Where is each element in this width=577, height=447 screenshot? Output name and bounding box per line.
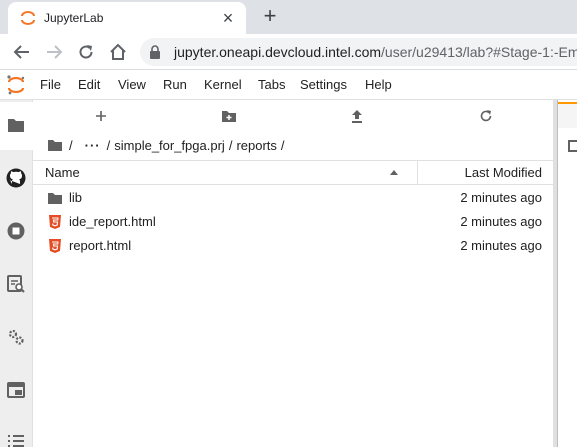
forward-icon[interactable]	[42, 40, 66, 64]
url-host: jupyter.oneapi.devcloud.intel.com	[174, 44, 382, 60]
folder-icon	[48, 193, 62, 204]
jupyter-favicon-icon	[21, 11, 35, 25]
breadcrumb-separator: /	[69, 137, 73, 153]
list-item[interactable]: report.html 2 minutes ago	[33, 234, 553, 258]
main-work-area	[557, 100, 577, 447]
menu-help[interactable]: Help	[365, 77, 392, 92]
breadcrumb: / ··· / simple_for_fpga.prj / reports /	[47, 136, 289, 154]
tab-close-icon[interactable]: ×	[218, 8, 238, 28]
breadcrumb-separator: /	[106, 137, 111, 153]
refresh-icon[interactable]	[477, 107, 495, 125]
document-tab[interactable]	[558, 102, 577, 128]
breadcrumb-separator: /	[280, 137, 285, 153]
url-text: jupyter.oneapi.devcloud.intel.com/user/u…	[174, 44, 577, 60]
url-path: /user/u29413/lab?#Stage-1:-Em	[381, 44, 577, 60]
menu-settings[interactable]: Settings	[300, 77, 347, 92]
html5-icon	[49, 215, 61, 229]
file-modified: 2 minutes ago	[460, 238, 542, 253]
breadcrumb-item-simple-for-fpga[interactable]: simple_for_fpga.prj	[114, 138, 225, 153]
file-modified: 2 minutes ago	[460, 190, 542, 205]
html5-icon	[49, 239, 61, 253]
new-tab-icon[interactable]: +	[258, 4, 282, 28]
lock-icon	[150, 45, 160, 59]
address-bar[interactable]: jupyter.oneapi.devcloud.intel.com/user/u…	[140, 38, 577, 66]
reload-icon[interactable]	[74, 40, 98, 64]
commands-palette-icon[interactable]	[5, 273, 27, 295]
file-browser: / ··· / simple_for_fpga.prj / reports / …	[33, 100, 553, 447]
back-icon[interactable]	[10, 40, 34, 64]
sort-ascending-icon[interactable]	[390, 170, 398, 175]
file-name: report.html	[69, 238, 132, 253]
column-divider[interactable]	[417, 161, 418, 185]
column-header-last-modified[interactable]: Last Modified	[465, 165, 542, 180]
menu-run[interactable]: Run	[163, 77, 187, 92]
file-browser-toolbar	[33, 100, 553, 132]
new-launcher-icon[interactable]	[92, 107, 110, 125]
list-item[interactable]: ide_report.html 2 minutes ago	[33, 210, 553, 234]
document-toolbar-icon	[568, 140, 577, 152]
menu-kernel[interactable]: Kernel	[204, 77, 242, 92]
breadcrumb-separator: /	[228, 137, 233, 153]
home-icon[interactable]	[106, 40, 130, 64]
browser-tab[interactable]: JupyterLab ×	[8, 2, 246, 34]
upload-icon[interactable]	[348, 107, 366, 125]
file-name: lib	[69, 190, 83, 205]
column-header-name[interactable]: Name	[45, 165, 80, 180]
folder-sidebar-icon[interactable]	[5, 114, 27, 136]
menu-file[interactable]: File	[40, 77, 61, 92]
github-icon[interactable]	[5, 167, 27, 189]
breadcrumb-ellipsis[interactable]: ···	[85, 138, 101, 153]
file-modified: 2 minutes ago	[460, 214, 542, 229]
browser-tabstrip: JupyterLab × +	[0, 0, 577, 34]
listing-header: Name Last Modified	[33, 160, 553, 185]
file-name: ide_report.html	[69, 214, 156, 229]
home-folder-icon[interactable]	[47, 138, 63, 152]
jupyter-menubar: File Edit View Run Kernel Tabs Settings …	[0, 70, 577, 100]
left-sidebar	[0, 100, 33, 447]
breadcrumb-item-reports[interactable]: reports	[236, 138, 276, 153]
open-tabs-icon[interactable]	[5, 379, 27, 401]
list-item[interactable]: lib 2 minutes ago	[33, 186, 553, 210]
menu-edit[interactable]: Edit	[78, 77, 100, 92]
running-sessions-icon[interactable]	[5, 220, 27, 242]
new-folder-icon[interactable]	[220, 107, 238, 125]
property-inspector-icon[interactable]	[5, 326, 27, 348]
browser-toolbar: jupyter.oneapi.devcloud.intel.com/user/u…	[0, 34, 577, 70]
jupyter-logo-icon	[7, 75, 25, 95]
tab-title: JupyterLab	[44, 11, 104, 25]
table-of-contents-icon[interactable]	[5, 430, 27, 447]
menu-tabs[interactable]: Tabs	[258, 77, 285, 92]
menu-view[interactable]: View	[118, 77, 146, 92]
